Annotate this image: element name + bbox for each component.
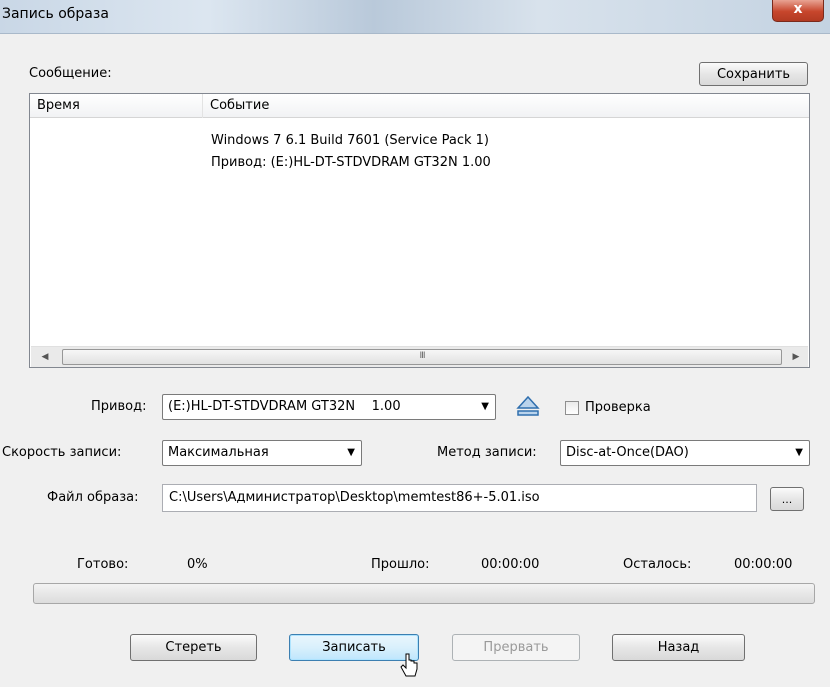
method-select[interactable]: Disc-at-Once(DAO) ▼ xyxy=(560,440,810,466)
verify-checkbox[interactable] xyxy=(565,401,579,415)
save-button[interactable]: Сохранить xyxy=(699,62,808,86)
image-file-input[interactable]: C:\Users\Администратор\Desktop\memtest86… xyxy=(162,484,757,512)
column-header-event[interactable]: Событие xyxy=(203,94,809,118)
remaining-value: 00:00:00 xyxy=(734,557,793,572)
elapsed-label: Прошло: xyxy=(371,557,430,572)
speed-label: Скорость записи: xyxy=(2,445,122,460)
back-button[interactable]: Назад xyxy=(612,634,745,661)
title-bar: Запись образа x xyxy=(0,0,830,34)
speed-value: Максимальная xyxy=(168,445,269,460)
browse-button[interactable]: ... xyxy=(770,487,804,511)
eject-button[interactable] xyxy=(513,391,543,421)
message-label: Сообщение: xyxy=(29,66,112,81)
progress-bar xyxy=(33,583,815,604)
ready-label: Готово: xyxy=(77,557,129,572)
chevron-down-icon: ▼ xyxy=(347,447,355,458)
list-item[interactable]: Windows 7 6.1 Build 7601 (Service Pack 1… xyxy=(211,133,489,148)
scroll-thumb[interactable]: III xyxy=(62,349,782,365)
method-label: Метод записи: xyxy=(437,445,537,460)
abort-button: Прервать xyxy=(452,634,580,661)
scroll-left-icon[interactable]: ◀ xyxy=(37,350,53,365)
column-header-time[interactable]: Время xyxy=(30,94,203,118)
window-title: Запись образа xyxy=(2,6,109,22)
close-icon: x xyxy=(793,1,803,17)
drive-label: Привод: xyxy=(91,399,147,414)
drive-value: (E:)HL-DT-STDVDRAM GT32N 1.00 xyxy=(168,399,401,414)
eject-icon xyxy=(516,395,540,416)
drive-select[interactable]: (E:)HL-DT-STDVDRAM GT32N 1.00 ▼ xyxy=(162,394,496,420)
hand-cursor-icon xyxy=(400,653,418,677)
method-value: Disc-at-Once(DAO) xyxy=(566,445,689,460)
scroll-right-icon[interactable]: ▶ xyxy=(788,350,804,365)
list-item[interactable]: Привод: (E:)HL-DT-STDVDRAM GT32N 1.00 xyxy=(211,155,491,170)
verify-label: Проверка xyxy=(585,400,651,415)
erase-button[interactable]: Стереть xyxy=(130,634,257,661)
image-file-label: Файл образа: xyxy=(47,490,139,505)
horizontal-scrollbar[interactable]: ◀ III ▶ xyxy=(31,346,808,367)
message-list[interactable]: Время Событие Windows 7 6.1 Build 7601 (… xyxy=(29,93,810,368)
elapsed-value: 00:00:00 xyxy=(481,557,540,572)
list-header: Время Событие xyxy=(30,94,809,118)
chevron-down-icon: ▼ xyxy=(481,401,489,412)
ready-value: 0% xyxy=(187,557,208,572)
chevron-down-icon: ▼ xyxy=(795,447,803,458)
speed-select[interactable]: Максимальная ▼ xyxy=(162,440,362,466)
close-button[interactable]: x xyxy=(772,0,824,22)
remaining-label: Осталось: xyxy=(623,557,692,572)
